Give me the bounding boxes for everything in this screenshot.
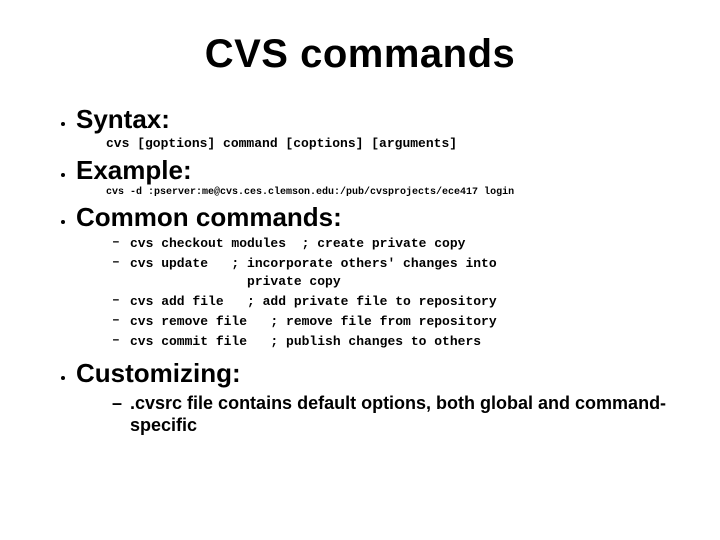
cmd-remove: cvs remove file ; remove file from repos…: [112, 312, 672, 331]
bullet-list: Syntax: cvs [goptions] command [coptions…: [48, 105, 672, 437]
cmd-text: cvs update ; incorporate others' changes…: [130, 256, 497, 290]
cmd-text: cvs remove file ; remove file from repos…: [130, 314, 497, 329]
bullet-syntax: Syntax: cvs [goptions] command [coptions…: [76, 105, 672, 152]
bullet-common: Common commands: cvs checkout modules ; …: [76, 203, 672, 351]
common-commands-list: cvs checkout modules ; create private co…: [112, 234, 672, 351]
customizing-label: Customizing:: [76, 358, 241, 388]
common-label: Common commands:: [76, 202, 342, 232]
customizing-sub-list: .cvsrc file contains default options, bo…: [112, 392, 672, 437]
example-label: Example:: [76, 155, 192, 185]
slide: CVS commands Syntax: cvs [goptions] comm…: [0, 0, 720, 540]
customizing-sub-item: .cvsrc file contains default options, bo…: [112, 392, 672, 437]
cmd-text: cvs checkout modules ; create private co…: [130, 236, 465, 251]
cmd-text: cvs commit file ; publish changes to oth…: [130, 334, 481, 349]
syntax-label: Syntax:: [76, 104, 170, 134]
example-line: cvs -d :pserver:me@cvs.ces.clemson.edu:/…: [106, 187, 672, 199]
bullet-example: Example: cvs -d :pserver:me@cvs.ces.clem…: [76, 156, 672, 199]
syntax-line: cvs [goptions] command [coptions] [argum…: [106, 136, 672, 153]
cmd-update: cvs update ; incorporate others' changes…: [112, 254, 672, 292]
cmd-commit: cvs commit file ; publish changes to oth…: [112, 332, 672, 351]
slide-title: CVS commands: [48, 32, 672, 77]
cmd-checkout: cvs checkout modules ; create private co…: [112, 234, 672, 253]
cmd-add: cvs add file ; add private file to repos…: [112, 292, 672, 311]
cmd-text: cvs add file ; add private file to repos…: [130, 294, 497, 309]
bullet-customizing: Customizing: .cvsrc file contains defaul…: [76, 359, 672, 437]
